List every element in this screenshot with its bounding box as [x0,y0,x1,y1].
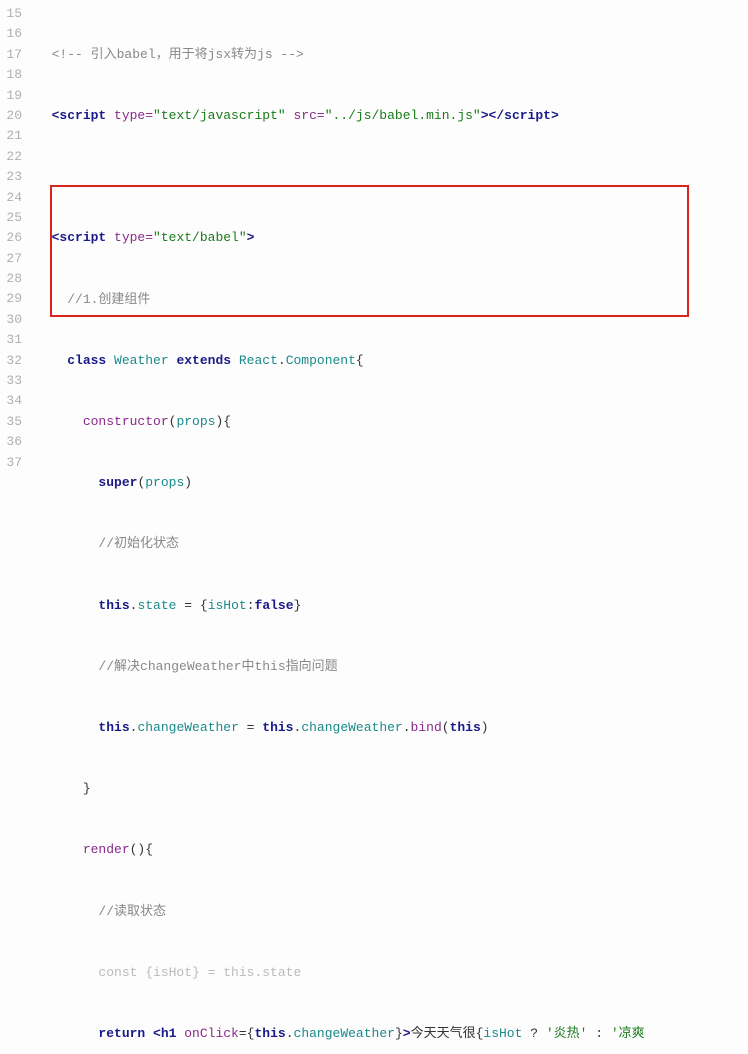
code-line: <script type="text/javascript" src="../j… [36,106,748,126]
line-number: 35 [0,412,22,432]
line-number: 24 [0,188,22,208]
line-number: 32 [0,351,22,371]
code-line: //解决changeWeather中this指向问题 [36,657,748,677]
code-line [36,167,748,187]
line-number: 19 [0,86,22,106]
line-number: 26 [0,228,22,248]
line-number: 29 [0,289,22,309]
line-number: 37 [0,453,22,473]
code-line: this.state = {isHot:false} [36,596,748,616]
line-number: 33 [0,371,22,391]
code-line: //读取状态 [36,902,748,922]
code-line: render(){ [36,840,748,860]
code-area: <!-- 引入babel，用于将jsx转为js --> <script type… [30,0,748,1054]
line-number: 36 [0,432,22,452]
line-number: 16 [0,24,22,44]
line-number: 18 [0,65,22,85]
line-number: 22 [0,147,22,167]
code-line: <script type="text/babel"> [36,228,748,248]
code-line: super(props) [36,473,748,493]
line-number: 28 [0,269,22,289]
code-line: const {isHot} = this.state [36,963,748,983]
line-number: 23 [0,167,22,187]
code-line: //初始化状态 [36,534,748,554]
line-number: 25 [0,208,22,228]
line-number-gutter: 15 16 17 18 19 20 21 22 23 24 25 26 27 2… [0,0,30,477]
code-line: this.changeWeather = this.changeWeather.… [36,718,748,738]
line-number: 15 [0,4,22,24]
code-line: return <h1 onClick={this.changeWeather}>… [36,1024,748,1044]
code-line: constructor(props){ [36,412,748,432]
line-number: 31 [0,330,22,350]
line-number: 20 [0,106,22,126]
code-editor: 15 16 17 18 19 20 21 22 23 24 25 26 27 2… [0,0,748,1054]
code-line: class Weather extends React.Component{ [36,351,748,371]
line-number: 27 [0,249,22,269]
code-line: } [36,779,748,799]
line-number: 34 [0,391,22,411]
line-number: 21 [0,126,22,146]
line-number: 17 [0,45,22,65]
code-line: <!-- 引入babel，用于将jsx转为js --> [36,45,748,65]
line-number: 30 [0,310,22,330]
code-line: //1.创建组件 [36,290,748,310]
